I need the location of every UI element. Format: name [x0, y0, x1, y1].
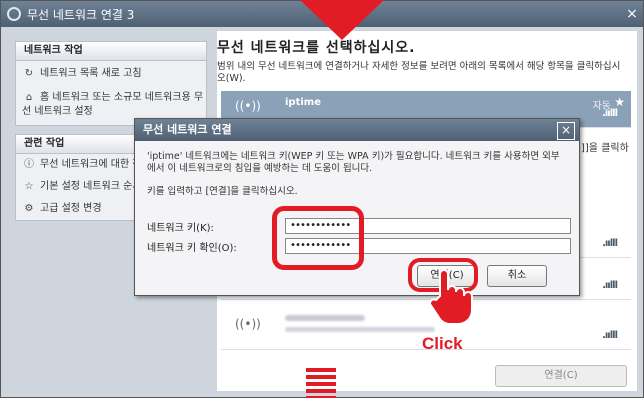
wireless-icon — [7, 7, 21, 21]
star-icon: ☆ — [24, 181, 34, 192]
page-description: 범위 내의 무선 네트워크에 연결하거나 자세한 정보를 보려면 아래의 목록에… — [217, 61, 621, 84]
key-fields-highlight — [272, 206, 364, 270]
task-label: 홈 네트워크 또는 소규모 네트워크용 무선 네트워크 설정 — [22, 92, 204, 117]
pointer-hand-icon — [428, 269, 473, 325]
network-key-label: 네트워크 키(K): — [147, 223, 214, 234]
signal-strength-icon: .ıılll — [602, 238, 618, 249]
network-tasks-panel: 네트워크 작업 ↻ 네트워크 목록 새로 고침 ⌂ 홈 네트워크 또는 소규모 네트… — [15, 41, 207, 126]
dialog-close-button[interactable]: × — [557, 122, 575, 140]
antenna-icon: ((•)) — [235, 317, 261, 331]
network-tasks-title: 네트워크 작업 — [16, 42, 206, 61]
dialog-title: 무선 네트워크 연결 — [135, 119, 579, 141]
connect-button[interactable]: 연결(C) — [495, 365, 627, 387]
network-name: iptime — [285, 97, 321, 108]
red-stripe-marker — [306, 368, 336, 398]
refresh-icon: ↻ — [24, 68, 34, 79]
task-refresh-list[interactable]: ↻ 네트워크 목록 새로 고침 — [16, 61, 206, 87]
signal-strength-icon: .ıılll — [602, 280, 618, 291]
blurred-name — [285, 315, 365, 321]
click-annotation: Click — [422, 334, 463, 353]
dialog-prompt: 키를 입력하고 [연결]을 클릭하십시오. — [147, 186, 298, 197]
dialog-message: 'iptime' 네트워크에는 네트워크 키(WEP 키 또는 WPA 키)가 … — [147, 151, 560, 174]
list-text-fragment: ]]을 클릭하 — [581, 143, 629, 154]
window-title: 무선 네트워크 연결 3 — [27, 8, 135, 22]
signal-strength-icon: .ıılll — [602, 108, 618, 119]
settings-icon: ⚙ — [24, 203, 34, 214]
network-setup-icon: ⌂ — [25, 92, 33, 103]
preferred-star-icon: ★ — [614, 95, 625, 109]
antenna-icon: ((•)) — [235, 99, 261, 113]
blurred-detail — [285, 327, 435, 332]
info-icon: ⓘ — [24, 159, 34, 170]
dialog-cancel-button[interactable]: 취소 — [487, 265, 547, 287]
signal-strength-icon: .ıılll — [602, 330, 618, 341]
related-item-label: 고급 설정 변경 — [40, 203, 102, 214]
confirm-key-label: 네트워크 키 확인(O): — [147, 243, 237, 254]
red-pointer-arrow — [300, 0, 384, 40]
task-label: 네트워크 목록 새로 고침 — [40, 68, 142, 79]
window-close-button[interactable]: × — [623, 5, 641, 23]
page-title: 무선 네트워크를 선택하십시오. — [217, 40, 416, 56]
